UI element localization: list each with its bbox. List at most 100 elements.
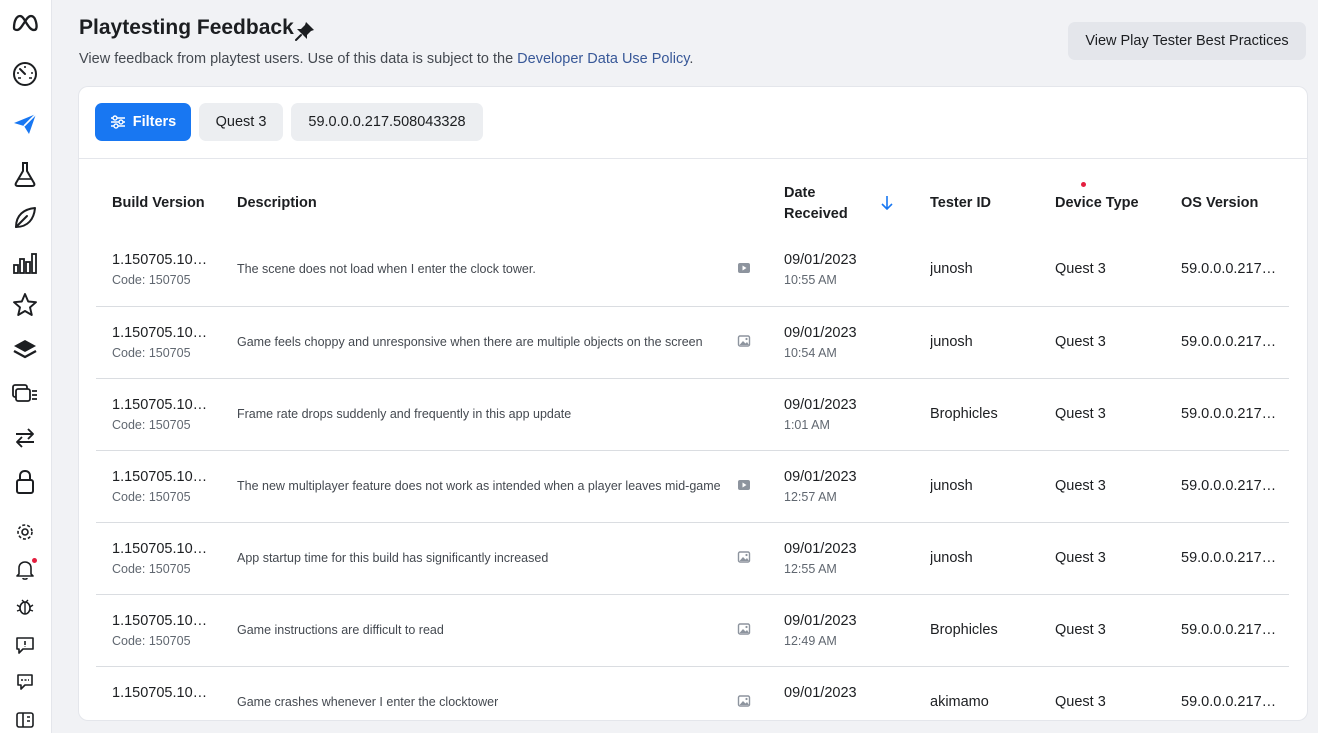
filters-button[interactable]: Filters — [95, 103, 191, 141]
description-cell: The scene does not load when I enter the… — [237, 262, 536, 276]
build-version-cell: 1.150705.10… — [112, 397, 208, 413]
build-code-cell: Code: 150705 — [112, 418, 191, 432]
date-cell: 09/01/2023 — [784, 541, 857, 557]
table-row[interactable]: 1.150705.10… Code: 150705 Game feels cho… — [96, 306, 1289, 378]
table-row[interactable]: 1.150705.10… Code: 150705 App startup ti… — [96, 522, 1289, 594]
build-code-cell: Code: 150705 — [112, 562, 191, 576]
build-version-cell: 1.150705.10… — [112, 252, 208, 268]
table-row[interactable]: 1.150705.10… Code: 150705 Game instructi… — [96, 594, 1289, 666]
date-header-line1: Date — [784, 185, 816, 201]
date-cell: 09/01/2023 — [784, 469, 857, 485]
build-code-cell: Code: 150705 — [112, 346, 191, 360]
description-cell: App startup time for this build has sign… — [237, 551, 549, 565]
leaf-icon[interactable] — [8, 201, 42, 235]
send-icon[interactable] — [8, 107, 42, 141]
lock-icon[interactable] — [8, 465, 42, 499]
time-cell: 1:01 AM — [784, 418, 830, 432]
description-cell: The new multiplayer feature does not wor… — [237, 479, 721, 493]
build-code-cell: Code: 150705 — [112, 634, 191, 648]
os-version-cell: 59.0.0.0.217… — [1181, 550, 1277, 566]
image-attachment-icon[interactable] — [737, 334, 751, 348]
device-type-cell: Quest 3 — [1055, 334, 1106, 350]
table-row[interactable]: 1.150705.10… Code: 150705 Frame rate dro… — [96, 378, 1289, 450]
time-cell: 12:57 AM — [784, 490, 837, 504]
time-cell: 12:49 AM — [784, 634, 837, 648]
date-cell: 09/01/2023 — [784, 613, 857, 629]
sort-descending-arrow-icon[interactable] — [880, 195, 894, 211]
column-header-tester-id[interactable]: Tester ID — [930, 193, 991, 214]
device-type-cell: Quest 3 — [1055, 694, 1106, 710]
chat-icon[interactable] — [8, 665, 42, 699]
sliders-icon — [110, 115, 125, 129]
filter-chip-device[interactable]: Quest 3 — [199, 103, 283, 141]
page-title: Playtesting Feedback — [79, 16, 294, 39]
time-cell: 10:54 AM — [784, 346, 837, 360]
date-cell: 09/01/2023 — [784, 252, 857, 268]
description-cell: Frame rate drops suddenly and frequently… — [237, 407, 572, 421]
transfer-arrows-icon[interactable] — [8, 421, 42, 455]
device-type-cell: Quest 3 — [1055, 550, 1106, 566]
date-header-line2: Received — [784, 206, 848, 222]
column-header-date-received[interactable]: Date Received — [784, 183, 848, 225]
filters-divider — [79, 158, 1307, 159]
description-cell: Game feels choppy and unresponsive when … — [237, 335, 703, 349]
table-row[interactable]: 1.150705.10… Code: 150705 The new multip… — [96, 450, 1289, 522]
description-text: View feedback from playtest users. Use o… — [79, 51, 518, 67]
star-icon[interactable] — [8, 288, 42, 322]
table-row[interactable]: 1.150705.10… Game crashes whenever I ent… — [96, 666, 1289, 720]
developer-data-use-policy-link[interactable]: Developer Data Use Policy — [517, 51, 689, 67]
tester-id-cell: Brophicles — [930, 406, 998, 422]
device-type-indicator-dot — [1081, 182, 1086, 187]
build-version-cell: 1.150705.10… — [112, 541, 208, 557]
page-description: View feedback from playtest users. Use o… — [79, 51, 693, 67]
image-attachment-icon[interactable] — [737, 622, 751, 636]
video-attachment-icon[interactable] — [737, 478, 751, 492]
description-cell: Game crashes whenever I enter the clockt… — [237, 695, 499, 709]
device-type-cell: Quest 3 — [1055, 478, 1106, 494]
os-version-cell: 59.0.0.0.217… — [1181, 622, 1277, 638]
dashboard-gauge-icon[interactable] — [8, 57, 42, 91]
notifications-bell-icon[interactable] — [8, 553, 42, 587]
meta-logo-icon[interactable] — [8, 6, 42, 40]
date-cell: 09/01/2023 — [784, 397, 857, 413]
feedback-table-body: 1.150705.10… Code: 150705 The scene does… — [96, 234, 1289, 720]
date-cell: 09/01/2023 — [784, 685, 857, 701]
time-cell: 10:55 AM — [784, 273, 837, 287]
column-header-os-version[interactable]: OS Version — [1181, 193, 1258, 214]
feedback-icon[interactable] — [8, 628, 42, 662]
left-nav-sidebar — [0, 0, 52, 733]
flask-icon[interactable] — [8, 157, 42, 191]
column-header-description[interactable]: Description — [237, 193, 317, 214]
media-library-icon[interactable] — [8, 377, 42, 411]
tester-id-cell: junosh — [930, 478, 973, 494]
image-attachment-icon[interactable] — [737, 550, 751, 564]
time-cell: 12:55 AM — [784, 562, 837, 576]
layers-icon[interactable] — [8, 333, 42, 367]
notification-dot — [32, 558, 37, 563]
device-type-cell: Quest 3 — [1055, 406, 1106, 422]
tester-id-cell: akimamo — [930, 694, 989, 710]
tester-id-cell: junosh — [930, 261, 973, 277]
column-header-device-type[interactable]: Device Type — [1055, 193, 1139, 214]
column-header-build-version[interactable]: Build Version — [112, 193, 205, 214]
video-attachment-icon[interactable] — [737, 261, 751, 275]
os-version-cell: 59.0.0.0.217… — [1181, 261, 1277, 277]
settings-gear-icon[interactable] — [8, 515, 42, 549]
build-code-cell: Code: 150705 — [112, 490, 191, 504]
feedback-card: Filters Quest 3 59.0.0.0.217.508043328 B… — [79, 87, 1307, 720]
os-version-cell: 59.0.0.0.217… — [1181, 406, 1277, 422]
bug-icon[interactable] — [8, 590, 42, 624]
os-version-cell: 59.0.0.0.217… — [1181, 478, 1277, 494]
filter-chip-os-version[interactable]: 59.0.0.0.217.508043328 — [291, 103, 483, 141]
os-version-cell: 59.0.0.0.217… — [1181, 334, 1277, 350]
table-row[interactable]: 1.150705.10… Code: 150705 The scene does… — [96, 234, 1289, 306]
pin-icon[interactable] — [294, 20, 316, 42]
os-version-cell: 59.0.0.0.217… — [1181, 694, 1277, 710]
build-version-cell: 1.150705.10… — [112, 685, 208, 701]
switch-panel-icon[interactable] — [8, 703, 42, 733]
image-attachment-icon[interactable] — [737, 694, 751, 708]
bar-chart-icon[interactable] — [8, 246, 42, 280]
tester-id-cell: junosh — [930, 550, 973, 566]
view-best-practices-button[interactable]: View Play Tester Best Practices — [1068, 22, 1306, 60]
date-cell: 09/01/2023 — [784, 325, 857, 341]
